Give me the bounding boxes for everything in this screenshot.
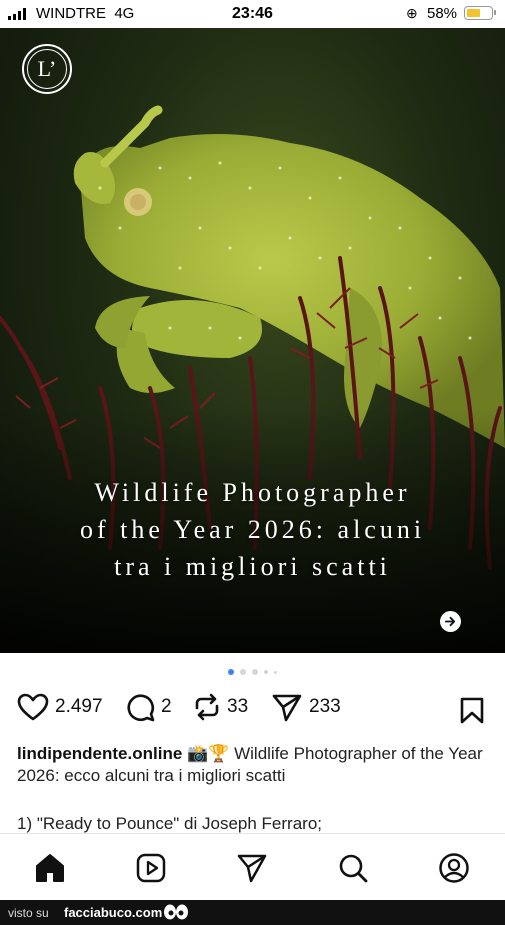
post-actions: 2.497 2 33 233 — [0, 692, 505, 728]
comments-count: 2 — [161, 696, 172, 717]
carousel-dot — [240, 669, 246, 675]
caption-item: 1) "Ready to Pounce" di Joseph Ferraro; — [17, 814, 323, 833]
comment-icon — [127, 694, 155, 722]
send-icon — [272, 694, 302, 722]
battery-icon — [464, 6, 496, 20]
nav-reels[interactable] — [135, 852, 167, 889]
share-button[interactable]: 233 — [271, 692, 341, 722]
reels-icon — [136, 853, 166, 883]
caption-emoji: 📸🏆 — [187, 744, 230, 763]
bookmark-icon — [460, 697, 484, 724]
logo-text: L’ — [27, 49, 67, 89]
like-button[interactable]: 2.497 — [17, 692, 103, 722]
home-icon — [36, 854, 64, 882]
watermark-brand: facciabuco.com — [64, 905, 163, 920]
shares-count: 233 — [309, 696, 341, 717]
likes-count: 2.497 — [55, 696, 103, 717]
carousel-dot — [252, 669, 258, 675]
comment-button[interactable]: 2 — [125, 692, 172, 722]
headline-line: of the Year 2026: alcuni — [79, 515, 426, 544]
orientation-lock-icon: ⊕ — [406, 5, 418, 21]
heart-icon — [17, 693, 49, 721]
publisher-logo[interactable]: L’ — [22, 44, 72, 94]
profile-icon — [439, 853, 469, 883]
repost-icon — [195, 693, 219, 721]
next-slide-button[interactable] — [440, 611, 461, 632]
eyes-icon — [164, 904, 188, 920]
post-image[interactable]: L’ Wildlife Photographer of the Year 202… — [0, 28, 505, 653]
nav-messages[interactable] — [236, 852, 268, 889]
reposts-count: 33 — [227, 696, 249, 717]
carousel-dot — [274, 670, 277, 674]
headline-line: Wildlife Photographer — [94, 478, 411, 507]
search-icon — [339, 854, 368, 883]
carousel-dot — [264, 670, 268, 674]
nav-home[interactable] — [34, 852, 66, 889]
nav-search[interactable] — [337, 852, 369, 889]
repost-button[interactable]: 33 — [193, 692, 248, 722]
messages-icon — [237, 854, 267, 883]
save-button[interactable] — [459, 696, 485, 729]
carousel-dot — [228, 669, 234, 675]
status-bar: WINDTRE 4G 23:46 ⊕ 58% — [0, 0, 505, 28]
bottom-navigation — [0, 833, 505, 901]
post-headline: Wildlife Photographer of the Year 2026: … — [20, 474, 485, 585]
watermark-prefix: visto su — [8, 906, 49, 920]
battery-percent: 58% — [427, 5, 458, 22]
nav-profile[interactable] — [438, 852, 470, 889]
arrow-right-icon — [444, 616, 456, 627]
watermark-bar: visto su facciabuco.com — [0, 900, 505, 925]
caption-username[interactable]: lindipendente.online — [17, 744, 182, 763]
headline-line: tra i migliori scatti — [114, 552, 391, 581]
carousel-indicator — [0, 669, 505, 675]
post-caption: lindipendente.online 📸🏆 Wildlife Photogr… — [17, 743, 487, 835]
